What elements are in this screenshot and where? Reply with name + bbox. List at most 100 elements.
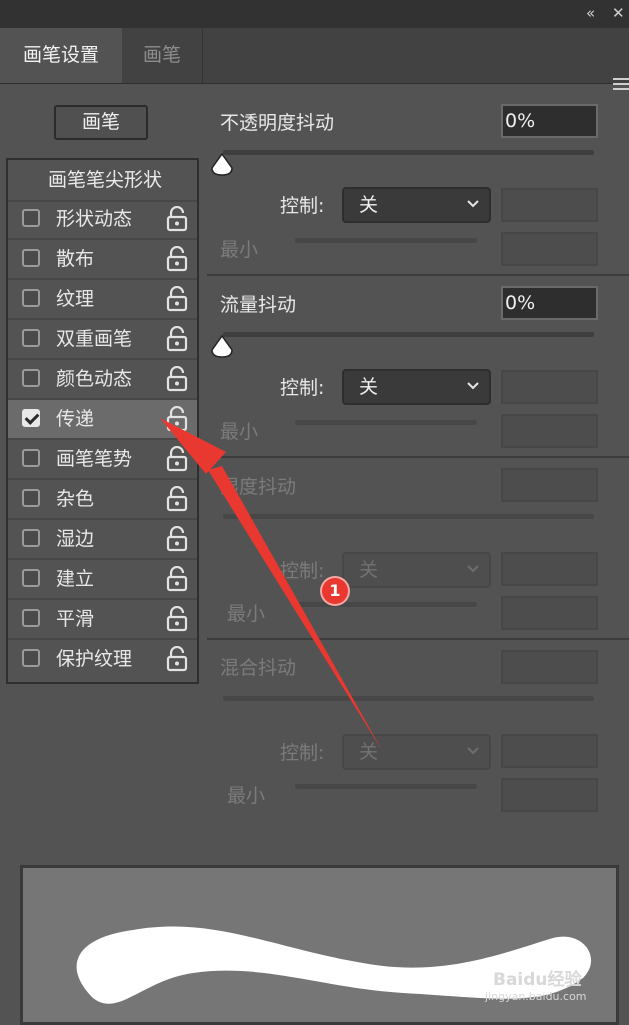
mix-minimum-input: [501, 778, 598, 812]
flow-control-select[interactable]: 关: [342, 369, 491, 405]
mix-minimum-label: 最小: [227, 785, 266, 807]
mix-control-value: 关: [359, 741, 379, 763]
lock-icon[interactable]: [166, 286, 188, 312]
transfer-checkbox[interactable]: [22, 409, 40, 427]
flow-control-field: [501, 370, 598, 404]
brush-stroke-preview: Baidu经验 jingyan.baidu.com: [20, 865, 619, 1025]
wet-edges-checkbox[interactable]: [22, 529, 40, 547]
mix-jitter-slider: [223, 696, 594, 701]
collapse-panel-icon[interactable]: «: [586, 4, 595, 22]
opacity-jitter-slider-handle[interactable]: [210, 152, 234, 178]
flow-minimum-slider: [295, 420, 477, 425]
lock-icon[interactable]: [166, 406, 188, 432]
brush-tip-shape-label: 画笔笔尖形状: [48, 169, 163, 191]
brush-presets-button[interactable]: 画笔: [54, 105, 148, 140]
opacity-control-field: [501, 188, 598, 222]
scattering-checkbox[interactable]: [22, 249, 40, 267]
lock-icon[interactable]: [166, 606, 188, 632]
protect-texture-checkbox[interactable]: [22, 649, 40, 667]
wetness-minimum-label: 最小: [227, 603, 266, 625]
lock-icon[interactable]: [166, 206, 188, 232]
wetness-jitter-label: 湿度抖动: [220, 476, 297, 498]
flow-jitter-input[interactable]: 0%: [501, 286, 598, 320]
list-item-scattering[interactable]: 散布: [8, 240, 197, 280]
section-divider: [207, 638, 629, 640]
wetness-jitter-input: [501, 468, 598, 502]
mix-jitter-label: 混合抖动: [220, 657, 297, 679]
chevron-down-icon: [467, 200, 479, 208]
opacity-control-value: 关: [359, 194, 379, 216]
lock-icon[interactable]: [166, 326, 188, 352]
section-divider: [207, 274, 629, 276]
opacity-minimum-input: [501, 232, 598, 266]
list-item-wet-edges[interactable]: 湿边: [8, 520, 197, 560]
section-divider: [207, 456, 629, 458]
list-item-build-up[interactable]: 建立: [8, 560, 197, 600]
list-item-brush-pose[interactable]: 画笔笔势: [8, 440, 197, 480]
opacity-jitter-slider[interactable]: [223, 150, 594, 155]
mix-jitter-input: [501, 650, 598, 684]
list-item-texture[interactable]: 纹理: [8, 280, 197, 320]
wetness-control-select: 关: [342, 552, 491, 588]
opacity-minimum-slider: [295, 238, 477, 243]
flow-jitter-label: 流量抖动: [220, 294, 297, 316]
list-item-label: 杂色: [56, 488, 95, 510]
lock-icon[interactable]: [166, 366, 188, 392]
list-item-label: 双重画笔: [56, 328, 133, 350]
lock-icon[interactable]: [166, 246, 188, 272]
list-item-label: 画笔笔势: [56, 448, 133, 470]
lock-icon[interactable]: [166, 526, 188, 552]
list-item-protect-texture[interactable]: 保护纹理: [8, 640, 197, 678]
watermark-text: Baidu经验: [493, 970, 582, 990]
list-item-label: 保护纹理: [56, 648, 133, 670]
list-item-label: 形状动态: [56, 208, 133, 230]
tab-brush-settings[interactable]: 画笔设置: [0, 28, 122, 83]
opacity-jitter-input[interactable]: 0%: [501, 104, 598, 138]
build-up-checkbox[interactable]: [22, 569, 40, 587]
opacity-control-label: 控制:: [280, 195, 325, 217]
flow-minimum-label: 最小: [220, 421, 259, 443]
shape-dynamics-checkbox[interactable]: [22, 209, 40, 227]
brush-tip-shape-item[interactable]: 画笔笔尖形状: [8, 160, 197, 202]
list-item-transfer[interactable]: 传递: [8, 400, 197, 440]
wetness-control-value: 关: [359, 559, 379, 581]
color-dynamics-checkbox[interactable]: [22, 369, 40, 387]
lock-icon[interactable]: [166, 646, 188, 672]
chevron-down-icon: [467, 747, 479, 755]
list-item-label: 纹理: [56, 288, 95, 310]
list-item-noise[interactable]: 杂色: [8, 480, 197, 520]
list-item-smoothing[interactable]: 平滑: [8, 600, 197, 640]
annotation-badge: 1: [322, 578, 348, 604]
texture-checkbox[interactable]: [22, 289, 40, 307]
lock-icon[interactable]: [166, 486, 188, 512]
close-panel-icon[interactable]: ✕: [612, 4, 625, 22]
flow-control-value: 关: [359, 376, 379, 398]
dual-brush-checkbox[interactable]: [22, 329, 40, 347]
chevron-down-icon: [467, 565, 479, 573]
watermark-subtext: jingyan.baidu.com: [485, 990, 587, 1003]
flow-jitter-slider[interactable]: [223, 332, 594, 337]
list-item-label: 湿边: [56, 528, 95, 550]
wetness-control-label: 控制:: [280, 560, 325, 582]
panel-menu-icon[interactable]: [613, 78, 629, 93]
noise-checkbox[interactable]: [22, 489, 40, 507]
list-item-label: 散布: [56, 248, 95, 270]
lock-icon[interactable]: [166, 566, 188, 592]
smoothing-checkbox[interactable]: [22, 609, 40, 627]
lock-icon[interactable]: [166, 446, 188, 472]
tab-brushes[interactable]: 画笔: [122, 28, 203, 83]
opacity-control-select[interactable]: 关: [342, 187, 491, 223]
list-item-color-dynamics[interactable]: 颜色动态: [8, 360, 197, 400]
opacity-minimum-label: 最小: [220, 239, 259, 261]
flow-jitter-slider-handle[interactable]: [210, 334, 234, 360]
mix-control-select: 关: [342, 734, 491, 770]
list-item-dual-brush[interactable]: 双重画笔: [8, 320, 197, 360]
panel-title-bar: « ✕: [0, 0, 629, 29]
brush-pose-checkbox[interactable]: [22, 449, 40, 467]
list-item-shape-dynamics[interactable]: 形状动态: [8, 200, 197, 240]
chevron-down-icon: [467, 382, 479, 390]
wetness-minimum-slider: [295, 602, 477, 607]
mix-control-label: 控制:: [280, 742, 325, 764]
mix-minimum-slider: [295, 784, 477, 789]
list-item-label: 传递: [56, 408, 95, 430]
